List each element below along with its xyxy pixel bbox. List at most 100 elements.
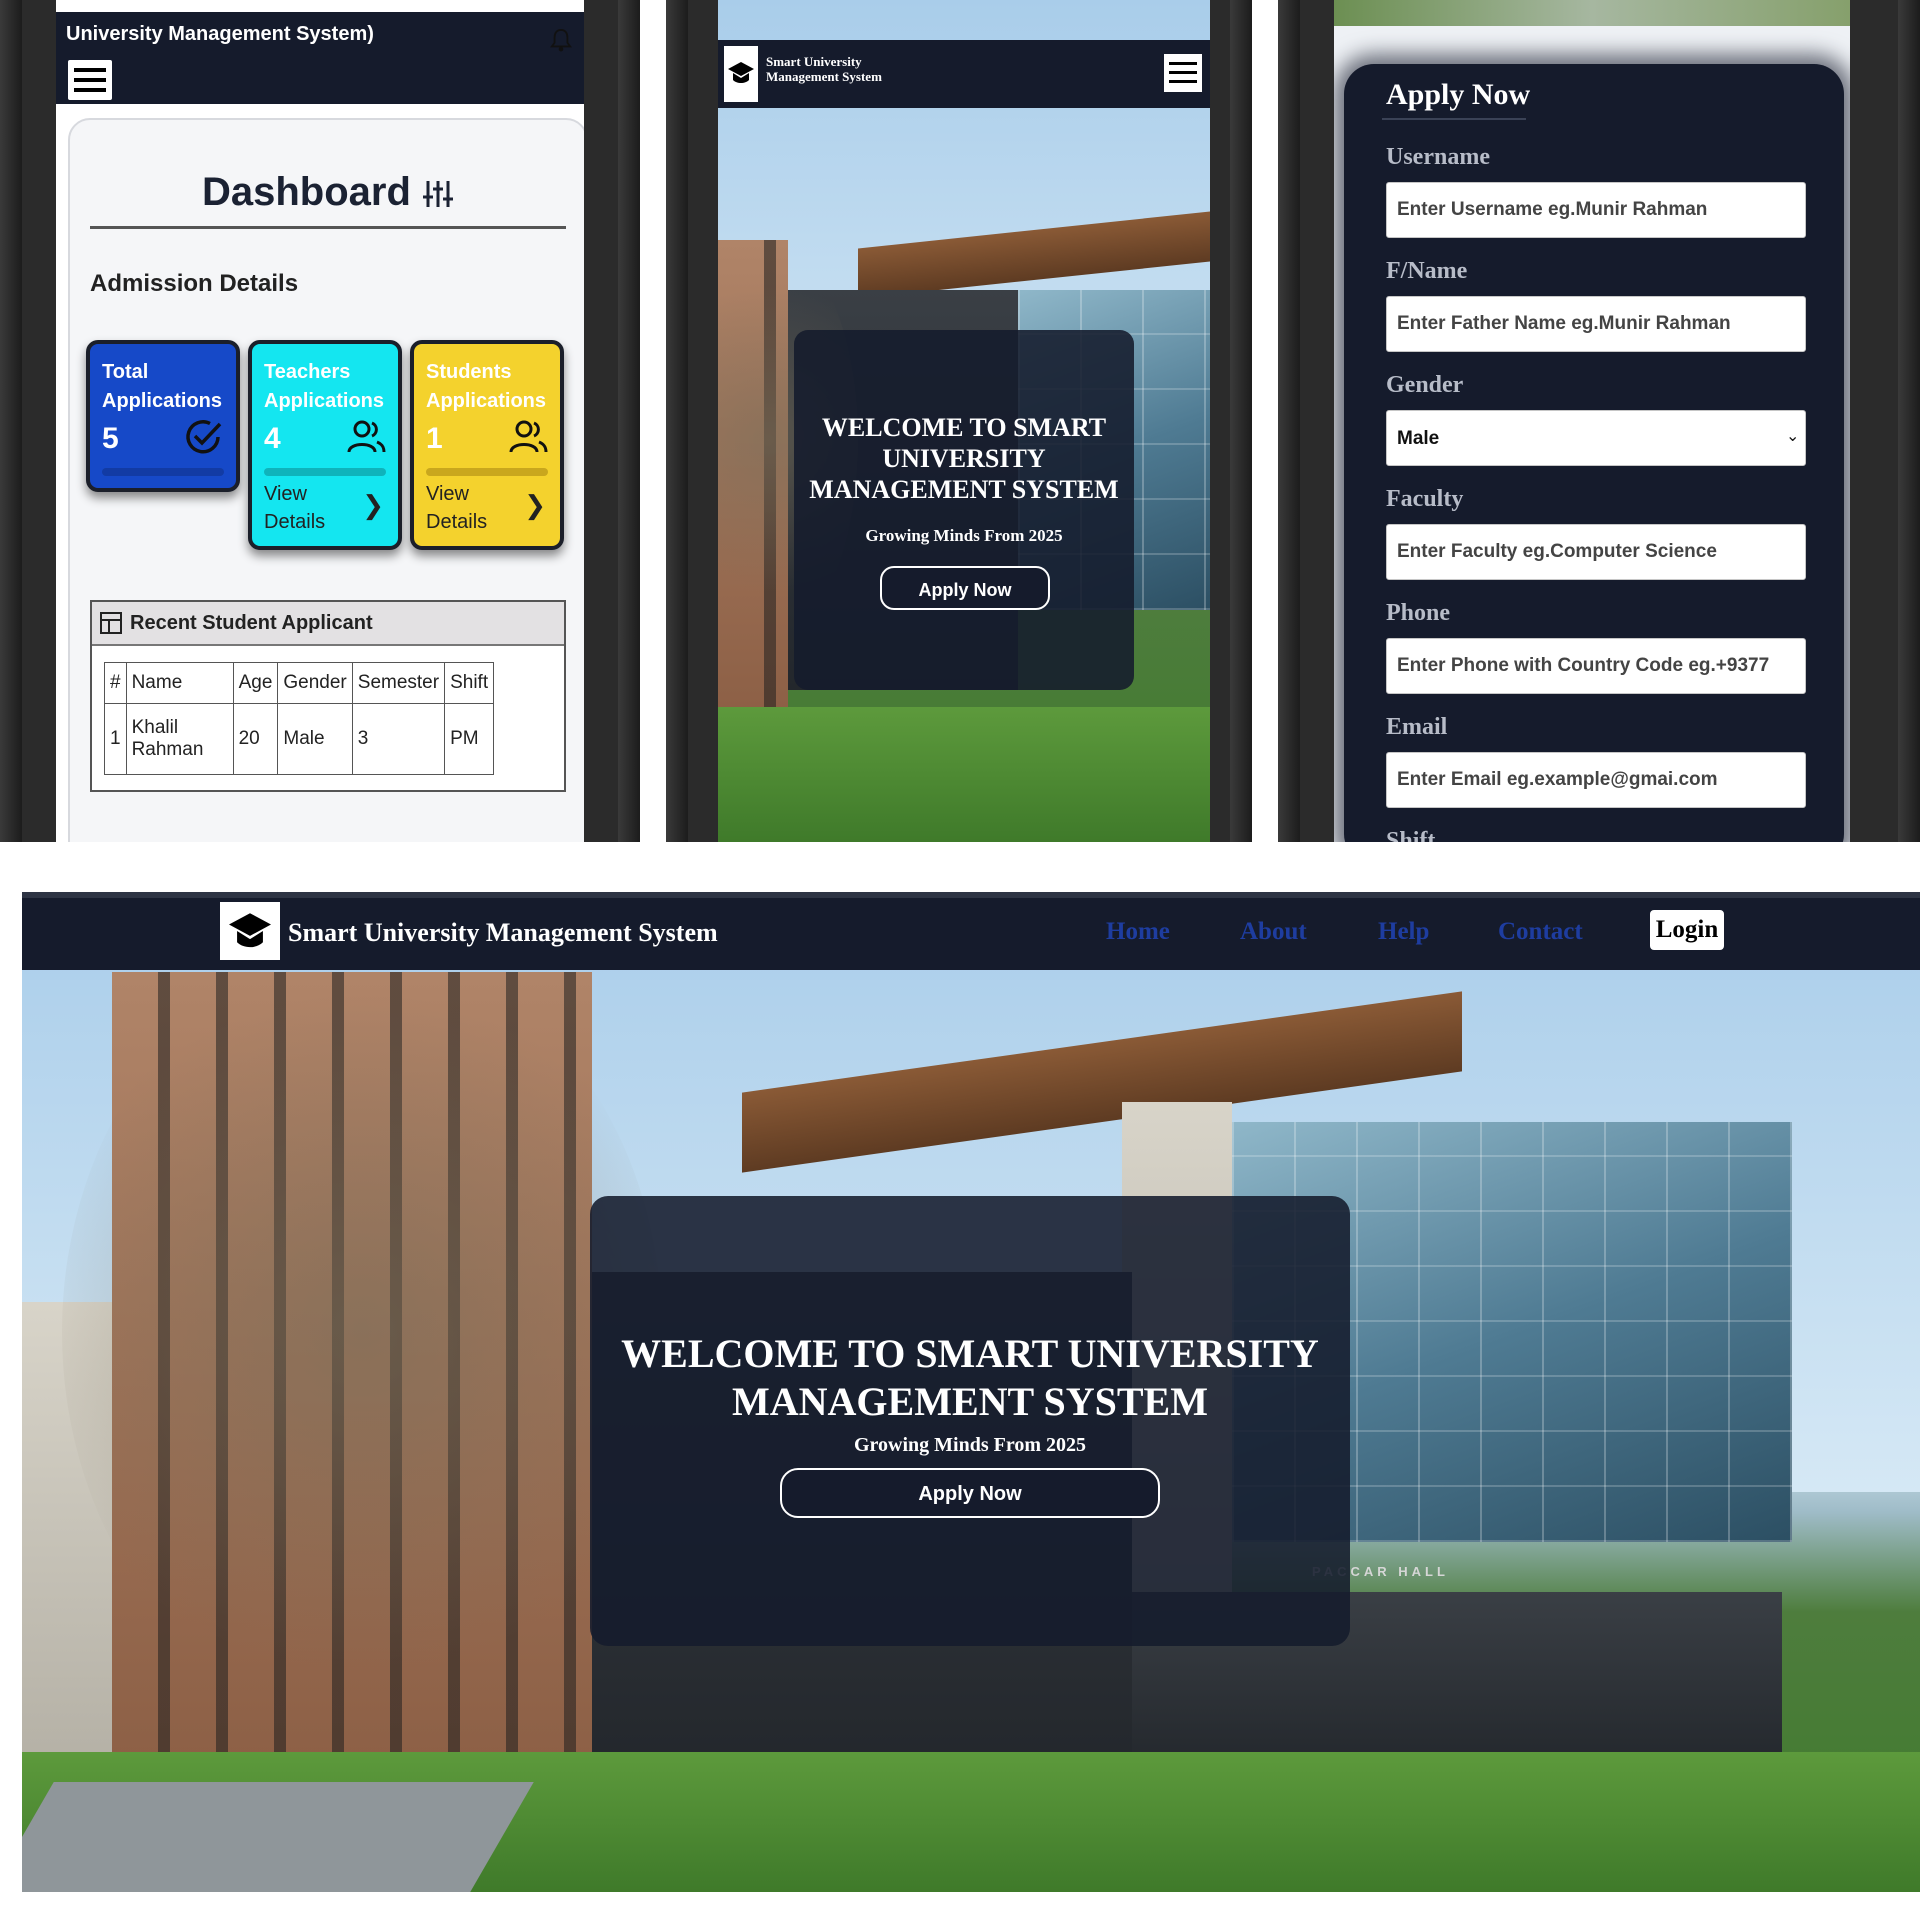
- title-divider: [90, 226, 566, 229]
- cell-semester: 3: [351, 703, 446, 775]
- apply-form: Apply Now Username F/Name Gender Male ⌄ …: [1344, 64, 1844, 842]
- stat-label-line: Applications: [264, 390, 385, 412]
- phone-bezel-left: [1278, 0, 1300, 842]
- phone-bezel-right: [1898, 0, 1920, 842]
- fname-input[interactable]: [1386, 296, 1806, 352]
- column-header: Gender: [277, 662, 353, 704]
- hero-overlay: WELCOME TO SMART UNIVERSITY MANAGEMENT S…: [794, 330, 1134, 690]
- hamburger-line: [74, 78, 106, 82]
- hamburger-line: [1169, 80, 1197, 83]
- stat-label-line: Applications: [102, 390, 223, 412]
- username-input[interactable]: [1386, 182, 1806, 238]
- walkway: [22, 1782, 534, 1892]
- phone-bezel-left: [0, 0, 22, 842]
- title-underline: [1382, 118, 1526, 120]
- stat-progress-bar: [426, 468, 548, 476]
- hamburger-menu-button[interactable]: [1164, 54, 1202, 92]
- cell-age: 20: [232, 703, 279, 775]
- hamburger-line: [1169, 62, 1197, 65]
- stat-label-line: Applications: [426, 390, 547, 412]
- apply-now-button[interactable]: Apply Now: [880, 566, 1050, 610]
- view-details-link[interactable]: View Details: [264, 480, 325, 536]
- dashboard-navbar: [56, 56, 584, 104]
- hero-tagline: Growing Minds From 2025: [853, 1434, 1087, 1456]
- logo[interactable]: [220, 902, 280, 960]
- hero-tagline: Growing Minds From 2025: [865, 526, 1063, 545]
- hero-heading-line: WELCOME TO SMART UNIVERSITY: [621, 1331, 1319, 1376]
- gender-label: Gender: [1386, 372, 1464, 398]
- stat-card-teachers-applications[interactable]: Teachers Applications 4 View Details ❯: [248, 340, 402, 550]
- fname-label: F/Name: [1386, 258, 1468, 284]
- section-title: Admission Details: [90, 270, 299, 297]
- nav-link-home[interactable]: Home: [1106, 918, 1170, 946]
- dashboard-phone: University Management System) Dashboard: [0, 0, 640, 842]
- stat-label: Students Applications: [426, 358, 548, 416]
- app-title: University Management System): [66, 23, 374, 45]
- panel-title: Recent Student Applicant: [130, 612, 373, 634]
- stat-value: 1: [426, 422, 443, 455]
- logo[interactable]: [724, 46, 758, 102]
- email-input[interactable]: [1386, 752, 1806, 808]
- stat-card-students-applications[interactable]: Students Applications 1 View Details ❯: [410, 340, 564, 550]
- view-details-line: Details: [264, 511, 326, 533]
- phone-bezel-right: [618, 0, 640, 842]
- gender-select[interactable]: Male: [1386, 410, 1806, 466]
- stat-card-total-applications[interactable]: Total Applications 5: [86, 340, 240, 492]
- bare-tree: [62, 952, 662, 1712]
- check-circle-icon: [186, 420, 222, 454]
- cell-name-line: Khalil: [131, 717, 179, 738]
- graduation-cap-icon: [728, 62, 754, 83]
- faculty-input[interactable]: [1386, 524, 1806, 580]
- column-header: Shift: [444, 662, 495, 704]
- lawn: [718, 707, 1210, 842]
- recent-applicants-panel: Recent Student Applicant # Name Age Gend…: [90, 600, 566, 792]
- home-mobile-screen: Smart University Management System WELCO…: [718, 0, 1210, 842]
- column-header: #: [104, 662, 127, 704]
- chevron-right-icon[interactable]: ❯: [362, 490, 384, 521]
- hamburger-line: [1169, 71, 1197, 74]
- column-header: Name: [125, 662, 234, 704]
- panel-header: Recent Student Applicant: [92, 602, 564, 646]
- email-label: Email: [1386, 714, 1448, 740]
- notification-bell-icon[interactable]: [550, 28, 572, 52]
- phone-bezel-right: [1230, 0, 1252, 842]
- home-mobile-phone: Smart University Management System WELCO…: [666, 0, 1252, 842]
- desktop-navbar: Smart University Management System Home …: [22, 892, 1920, 970]
- stat-progress-bar: [264, 468, 386, 476]
- table-row[interactable]: 1 Khalil Rahman 20 Male 3 PM: [104, 703, 495, 775]
- hero-overlay: WELCOME TO SMART UNIVERSITY MANAGEMENT S…: [590, 1196, 1350, 1646]
- cell-num: 1: [104, 703, 127, 775]
- phone-bezel-left: [666, 0, 688, 842]
- stat-value: 4: [264, 422, 281, 455]
- stat-label-line: Total: [102, 361, 149, 383]
- apply-now-button[interactable]: Apply Now: [780, 1468, 1160, 1518]
- background-strip: [1334, 0, 1850, 26]
- nav-link-help[interactable]: Help: [1378, 918, 1429, 946]
- cell-name: Khalil Rahman: [125, 703, 234, 775]
- phone-input[interactable]: [1386, 638, 1806, 694]
- view-details-link[interactable]: View Details: [426, 480, 487, 536]
- stat-label-line: Students: [426, 361, 512, 383]
- stat-value: 5: [102, 422, 119, 455]
- dashboard-card: Dashboard Admission Details Total Applic…: [68, 118, 584, 842]
- app-title-bar: University Management System): [56, 12, 584, 56]
- stat-label-line: Teachers: [264, 361, 351, 383]
- faculty-label: Faculty: [1386, 486, 1464, 512]
- hero-heading: WELCOME TO SMART UNIVERSITY MANAGEMENT S…: [590, 1330, 1350, 1426]
- nav-link-contact[interactable]: Contact: [1498, 918, 1583, 946]
- view-details-line: View: [264, 483, 307, 505]
- table-header-row: # Name Age Gender Semester Shift: [104, 662, 495, 704]
- page-title: Dashboard: [70, 170, 584, 215]
- hamburger-menu-button[interactable]: [68, 60, 112, 100]
- form-title: Apply Now: [1386, 78, 1531, 111]
- chevron-right-icon[interactable]: ❯: [524, 490, 546, 521]
- applicants-table: # Name Age Gender Semester Shift 1 Khali…: [104, 662, 495, 775]
- nav-link-about[interactable]: About: [1240, 918, 1307, 946]
- login-button[interactable]: Login: [1650, 910, 1724, 950]
- stat-label: Teachers Applications: [264, 358, 386, 416]
- stat-progress-bar: [102, 468, 224, 476]
- stat-label: Total Applications: [102, 358, 224, 416]
- hero-heading: WELCOME TO SMART UNIVERSITY MANAGEMENT S…: [794, 412, 1134, 505]
- sliders-icon: [423, 181, 454, 208]
- dashboard-screen: University Management System) Dashboard: [56, 0, 584, 842]
